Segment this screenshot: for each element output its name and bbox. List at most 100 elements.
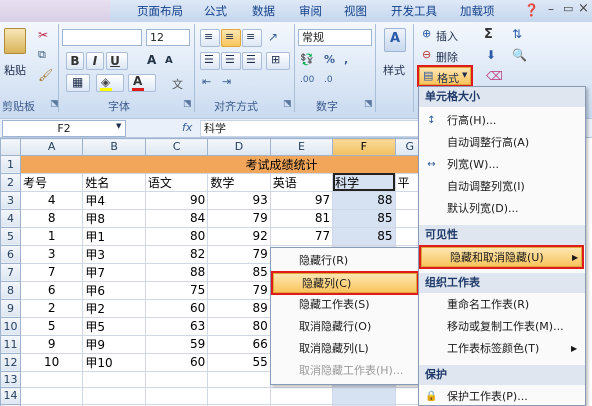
- tab-data[interactable]: 数据: [252, 3, 275, 19]
- menu-item-autofit-row[interactable]: 自动调整行高(A): [419, 133, 585, 153]
- table-cell[interactable]: 80: [144, 226, 209, 246]
- table-cell[interactable]: 甲4: [82, 190, 146, 210]
- table-cell[interactable]: 甲5: [82, 316, 146, 336]
- menu-item-default-width[interactable]: 默认列宽(D)...: [419, 199, 585, 219]
- column-header[interactable]: D: [207, 138, 271, 156]
- format-button[interactable]: ▤ 格式 ▼: [417, 65, 473, 87]
- row-header[interactable]: 14: [0, 387, 21, 405]
- table-cell[interactable]: 89: [207, 298, 271, 318]
- table-cell[interactable]: 甲9: [82, 334, 146, 354]
- clear-icon[interactable]: ⌫: [486, 69, 503, 83]
- tab-view[interactable]: 视图: [344, 3, 367, 19]
- formula-input[interactable]: 科学: [200, 120, 420, 137]
- decrease-indent-icon[interactable]: ⇤: [202, 75, 211, 88]
- table-cell[interactable]: 85: [332, 208, 396, 228]
- grow-font-icon[interactable]: A: [147, 53, 156, 67]
- header-cell[interactable]: 数学: [207, 172, 271, 192]
- bold-button[interactable]: B: [66, 52, 84, 70]
- number-launcher-icon[interactable]: ⬔: [364, 99, 373, 109]
- column-header[interactable]: E: [269, 138, 334, 156]
- table-cell[interactable]: 85: [207, 262, 271, 282]
- table-cell[interactable]: 79: [207, 280, 271, 300]
- row-header[interactable]: 5: [0, 226, 21, 246]
- table-cell[interactable]: 2: [19, 298, 84, 318]
- table-cell[interactable]: 10: [19, 352, 84, 372]
- table-cell[interactable]: [144, 387, 209, 405]
- align-middle-button[interactable]: ≡: [221, 29, 241, 47]
- tab-developer[interactable]: 开发工具: [391, 3, 437, 19]
- table-cell[interactable]: 80: [207, 316, 271, 336]
- row-header[interactable]: 4: [0, 208, 21, 228]
- header-cell[interactable]: 考号: [19, 172, 84, 192]
- menu-item-unhide-columns[interactable]: 取消隐藏列(L): [271, 339, 419, 359]
- table-cell[interactable]: [82, 387, 146, 405]
- tab-formulas[interactable]: 公式: [204, 3, 227, 19]
- row-header[interactable]: 8: [0, 280, 21, 300]
- column-header-selected[interactable]: F: [332, 138, 396, 156]
- table-cell[interactable]: [19, 370, 84, 388]
- number-format-select[interactable]: 常规: [298, 29, 372, 46]
- table-cell[interactable]: 84: [144, 208, 209, 228]
- menu-item-tab-color[interactable]: 工作表标签颜色(T) ▶: [419, 339, 585, 359]
- active-cell[interactable]: 科学: [332, 172, 396, 192]
- alignment-launcher-icon[interactable]: ⬔: [283, 99, 292, 109]
- paste-button[interactable]: 粘贴: [4, 62, 26, 78]
- table-cell[interactable]: 甲10: [82, 352, 146, 372]
- minimize-icon[interactable]: –: [548, 2, 554, 16]
- row-header[interactable]: 12: [0, 352, 21, 372]
- header-cell[interactable]: 姓名: [82, 172, 146, 192]
- table-cell[interactable]: 甲6: [82, 280, 146, 300]
- row-header[interactable]: 10: [0, 316, 21, 336]
- table-cell[interactable]: 92: [207, 226, 271, 246]
- table-cell[interactable]: 3: [19, 244, 84, 264]
- font-color-button[interactable]: A: [128, 74, 156, 92]
- select-all-corner[interactable]: [0, 138, 21, 156]
- table-cell[interactable]: 甲3: [82, 244, 146, 264]
- column-header[interactable]: A: [19, 138, 84, 156]
- copy-icon[interactable]: ⧉: [38, 48, 46, 62]
- align-top-button[interactable]: ≡: [200, 29, 220, 47]
- title-cell[interactable]: 考试成绩统计: [19, 154, 425, 174]
- table-cell[interactable]: 82: [144, 244, 209, 264]
- table-cell[interactable]: 7: [19, 262, 84, 282]
- menu-item-autofit-column[interactable]: 自动调整列宽(I): [419, 177, 585, 197]
- table-cell[interactable]: 75: [144, 280, 209, 300]
- table-cell[interactable]: [269, 387, 334, 405]
- row-header[interactable]: 1: [0, 154, 21, 174]
- align-right-button[interactable]: ☰: [242, 52, 262, 70]
- orientation-icon[interactable]: ↗: [268, 30, 278, 44]
- delete-button[interactable]: 删除: [436, 49, 458, 65]
- border-button[interactable]: ▦: [66, 74, 90, 92]
- format-painter-icon[interactable]: 🖌: [38, 68, 53, 82]
- name-box[interactable]: F2: [2, 120, 126, 137]
- column-header[interactable]: C: [144, 138, 209, 156]
- table-cell[interactable]: 88: [144, 262, 209, 282]
- name-box-dropdown-icon[interactable]: ▼: [116, 122, 121, 130]
- menu-item-hide-rows[interactable]: 隐藏行(R): [271, 251, 419, 271]
- align-center-button[interactable]: ☰: [221, 52, 241, 70]
- table-cell[interactable]: 88: [332, 190, 396, 210]
- italic-button[interactable]: I: [86, 52, 104, 70]
- row-header[interactable]: 9: [0, 298, 21, 318]
- fill-color-button[interactable]: ◈: [96, 74, 124, 92]
- table-cell[interactable]: 甲7: [82, 262, 146, 282]
- menu-item-hide-sheet[interactable]: 隐藏工作表(S): [271, 295, 419, 315]
- tab-addins[interactable]: 加载项: [460, 3, 495, 19]
- header-cell[interactable]: 英语: [269, 172, 334, 192]
- table-cell[interactable]: 5: [19, 316, 84, 336]
- align-bottom-button[interactable]: ≡: [242, 29, 262, 47]
- shrink-font-icon[interactable]: A: [165, 55, 173, 66]
- insert-button[interactable]: 插入: [436, 28, 458, 44]
- table-cell[interactable]: 77: [269, 226, 334, 246]
- phonetic-icon[interactable]: 文: [172, 76, 183, 92]
- row-header[interactable]: 13: [0, 370, 21, 388]
- underline-button[interactable]: U: [106, 52, 128, 70]
- table-cell[interactable]: [332, 387, 396, 405]
- table-cell[interactable]: 甲2: [82, 298, 146, 318]
- tab-review[interactable]: 审阅: [299, 3, 322, 19]
- row-header[interactable]: 3: [0, 190, 21, 210]
- table-cell[interactable]: 79: [207, 208, 271, 228]
- table-cell[interactable]: 8: [19, 208, 84, 228]
- table-cell[interactable]: 甲8: [82, 208, 146, 228]
- help-icon[interactable]: ❓: [524, 3, 539, 17]
